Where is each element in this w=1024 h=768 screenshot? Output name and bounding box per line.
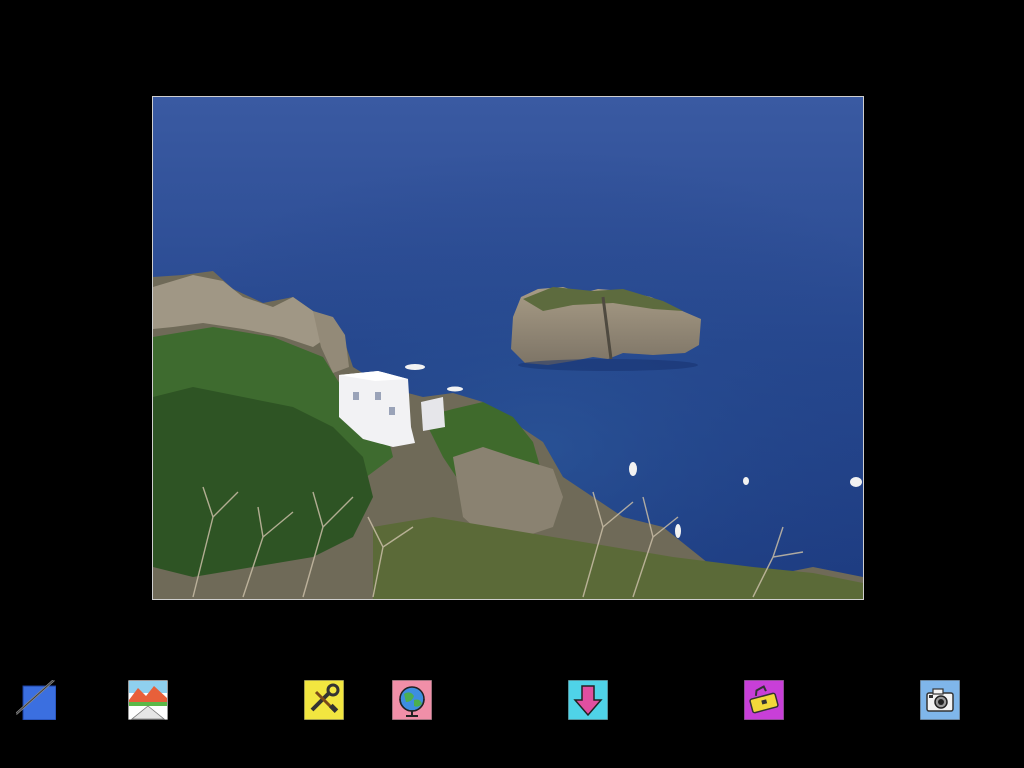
notepad-button[interactable] [16,680,56,720]
slideshow-screen [0,0,1024,768]
toolbox-icon [744,680,784,720]
download-button[interactable] [568,680,608,720]
down-arrow-icon [568,680,608,720]
camera-icon [920,680,960,720]
landscape-mountains-icon [128,680,168,720]
photo-display [152,96,864,600]
globe-button[interactable] [392,680,432,720]
camera-button[interactable] [920,680,960,720]
tools-button[interactable] [304,680,344,720]
pencil-notepad-icon [16,680,56,720]
coastal-photo [153,97,863,599]
toolbox-button[interactable] [744,680,784,720]
landscape-button[interactable] [128,680,168,720]
tools-wrench-screwdriver-icon [304,680,344,720]
globe-icon [392,680,432,720]
